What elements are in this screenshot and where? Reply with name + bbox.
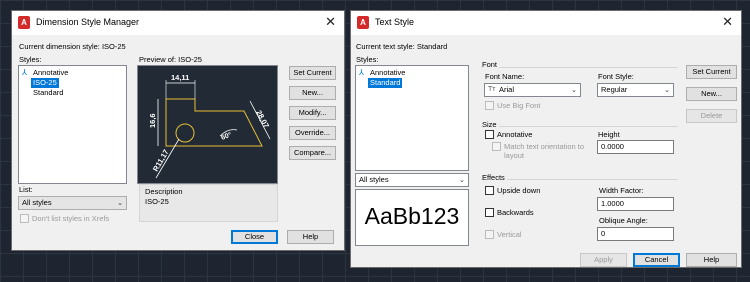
annotative-icon: ⅄ (359, 68, 364, 77)
chevron-down-icon: ⌄ (459, 177, 465, 184)
close-button[interactable]: Close (231, 230, 278, 244)
dimension-preview: 14,11 16,6 28,07 60° R11,17 (137, 65, 278, 184)
style-item-annotative[interactable]: Annotative (368, 68, 407, 78)
list-label: List: (19, 185, 33, 194)
font-name-label: Font Name: (485, 72, 525, 81)
cancel-button[interactable]: Cancel (633, 253, 680, 267)
list-filter-value: All styles (22, 198, 52, 207)
styles-filter-value: All styles (359, 175, 389, 184)
list-filter-combo[interactable]: All styles ⌄ (18, 196, 127, 210)
upside-down-label: Upside down (497, 186, 541, 195)
effects-group-label: Effects (482, 173, 507, 182)
backwards-checkbox[interactable] (485, 208, 494, 217)
text-preview-box: AaBb123 (355, 189, 469, 246)
description-value: ISO-25 (145, 197, 169, 206)
height-label: Height (598, 130, 620, 139)
modify-button[interactable]: Modify... (289, 106, 336, 120)
dim-top-label: 14,11 (171, 73, 189, 82)
use-big-font-checkbox[interactable] (485, 101, 494, 110)
title-bar[interactable]: A Dimension Style Manager ✕ (12, 11, 344, 35)
font-style-combo[interactable]: Regular ⌄ (597, 83, 674, 97)
match-orientation-label: Match text orientation to layout (504, 142, 585, 160)
dim-angle-label: 60° (220, 131, 233, 142)
preview-label: Preview of: ISO-25 (139, 55, 202, 64)
current-style-label: Current text style: Standard (356, 42, 448, 51)
effects-group-rule (481, 179, 678, 180)
styles-list[interactable]: ⅄ Annotative ISO-25 Standard (18, 65, 127, 184)
styles-filter-combo[interactable]: All styles ⌄ (355, 173, 469, 187)
close-icon[interactable]: ✕ (722, 14, 733, 30)
backwards-label: Backwards (497, 208, 534, 217)
override-button[interactable]: Override... (289, 126, 336, 140)
help-button[interactable]: Help (287, 230, 334, 244)
font-group-label: Font (482, 60, 500, 69)
set-current-button[interactable]: Set Current (686, 65, 737, 79)
new-button[interactable]: New... (289, 86, 336, 100)
style-item-annotative[interactable]: Annotative (31, 68, 70, 78)
truetype-font-icon: Tᴛ (488, 86, 496, 93)
chevron-down-icon: ⌄ (664, 87, 670, 94)
text-style-window: A Text Style ✕ Current text style: Stand… (350, 10, 742, 268)
dont-list-xrefs-label: Don't list styles in Xrefs (32, 214, 110, 223)
new-button[interactable]: New... (686, 87, 737, 101)
style-item-standard[interactable]: Standard (31, 88, 65, 98)
font-name-value: Arial (499, 85, 515, 94)
chevron-down-icon: ⌄ (117, 200, 123, 207)
upside-down-checkbox[interactable] (485, 186, 494, 195)
font-group-rule (481, 67, 678, 68)
dim-radius-label: R11,17 (151, 148, 171, 173)
font-style-value: Regular (601, 85, 628, 94)
vertical-label: Vertical (497, 230, 522, 239)
window-title: Dimension Style Manager (36, 17, 140, 27)
width-factor-input[interactable]: 1.0000 (597, 197, 674, 211)
font-name-combo[interactable]: Tᴛ Arial ⌄ (484, 83, 581, 97)
current-style-label: Current dimension style: ISO-25 (19, 42, 126, 51)
annotative-checkbox[interactable] (485, 130, 494, 139)
dimension-style-manager-window: A Dimension Style Manager ✕ Current dime… (11, 10, 345, 251)
annotative-icon: ⅄ (22, 68, 27, 77)
styles-list[interactable]: ⅄ Annotative Standard (355, 65, 469, 171)
apply-button[interactable]: Apply (580, 253, 627, 267)
title-bar[interactable]: A Text Style ✕ (351, 11, 741, 35)
dim-left-label: 16,6 (148, 113, 157, 128)
window-title: Text Style (375, 17, 415, 27)
description-panel: Description ISO-25 (139, 184, 278, 222)
match-orientation-checkbox[interactable] (492, 142, 501, 151)
oblique-angle-label: Oblique Angle: (599, 216, 648, 225)
preview-drawing: 14,11 16,6 28,07 60° R11,17 (148, 73, 271, 179)
help-button[interactable]: Help (686, 253, 737, 267)
close-icon[interactable]: ✕ (325, 14, 336, 30)
autocad-app-icon: A (357, 16, 369, 29)
delete-button[interactable]: Delete (686, 109, 737, 123)
size-group-label: Size (482, 120, 499, 129)
styles-label: Styles: (356, 55, 379, 64)
width-factor-label: Width Factor: (599, 186, 644, 195)
dont-list-xrefs-checkbox[interactable] (20, 214, 29, 223)
set-current-button[interactable]: Set Current (289, 66, 336, 80)
font-style-label: Font Style: (598, 72, 634, 81)
oblique-angle-input[interactable]: 0 (597, 227, 674, 241)
description-label: Description (145, 187, 183, 196)
use-big-font-label: Use Big Font (497, 101, 541, 110)
autocad-app-icon: A (18, 16, 30, 29)
annotative-label: Annotative (497, 130, 533, 139)
vertical-checkbox[interactable] (485, 230, 494, 239)
chevron-down-icon: ⌄ (571, 87, 577, 94)
size-group-rule (481, 126, 678, 127)
compare-button[interactable]: Compare... (289, 146, 336, 160)
styles-label: Styles: (19, 55, 42, 64)
style-item-iso-25[interactable]: ISO-25 (31, 78, 59, 88)
style-item-standard[interactable]: Standard (368, 78, 403, 88)
height-input[interactable]: 0.0000 (597, 140, 674, 154)
dim-right-label: 28,07 (254, 109, 271, 130)
text-preview: AaBb123 (364, 203, 460, 229)
